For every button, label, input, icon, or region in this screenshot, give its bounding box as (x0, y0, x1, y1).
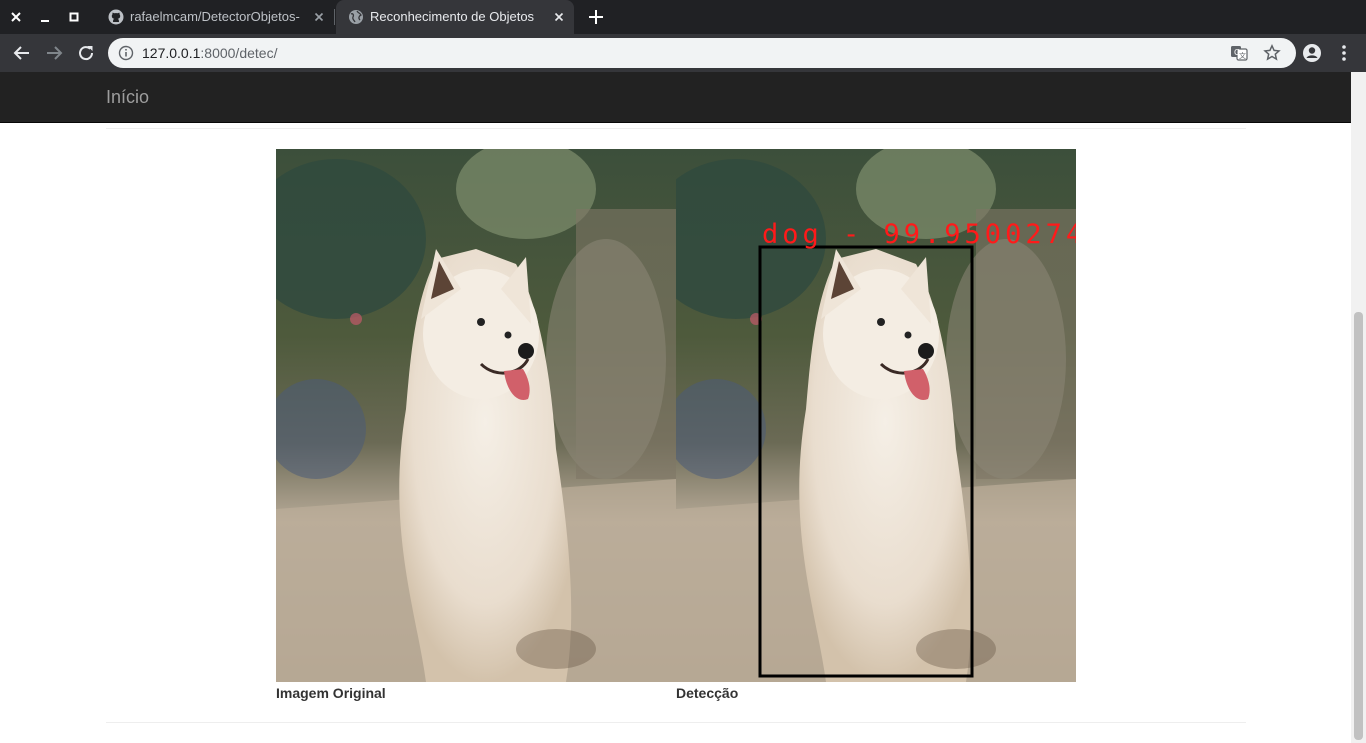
info-icon[interactable] (118, 45, 134, 61)
tab-active[interactable]: Reconhecimento de Objetos (336, 0, 574, 34)
maximize-window-icon[interactable] (64, 7, 84, 27)
detection-label: dog - 99.95002746 (762, 219, 1076, 250)
new-tab-icon[interactable] (586, 7, 606, 27)
browser-toolbar: 127.0.0.1:8000/detec/ G 文 (0, 34, 1366, 72)
tab-github[interactable]: rafaelmcam/DetectorObjetos-D (96, 0, 334, 34)
close-window-icon[interactable] (6, 7, 26, 27)
original-dog-photo (276, 149, 676, 682)
menu-icon[interactable] (1333, 42, 1355, 64)
divider (106, 722, 1246, 723)
profile-icon[interactable] (1301, 42, 1323, 64)
site-navbar: Início (0, 72, 1351, 123)
url-path: :8000/detec/ (200, 45, 278, 61)
nav-link-inicio[interactable]: Início (106, 87, 149, 108)
bookmark-star-icon[interactable] (1263, 44, 1281, 62)
detection-dog-photo: dog - 99.95002746 (676, 149, 1076, 682)
svg-text:文: 文 (1239, 51, 1246, 60)
url-host: 127.0.0.1 (142, 45, 201, 61)
minimize-window-icon[interactable] (35, 7, 55, 27)
tab-title: Reconhecimento de Objetos (370, 9, 535, 24)
close-tab-icon[interactable] (312, 10, 326, 24)
figure-detection: dog - 99.95002746 Detecção (676, 149, 1076, 701)
caption-detection: Detecção (676, 685, 739, 701)
url-text[interactable]: 127.0.0.1:8000/detec/ (142, 45, 277, 61)
divider (106, 128, 1246, 129)
tab-separator (334, 9, 335, 25)
github-icon (108, 9, 124, 25)
address-bar[interactable]: 127.0.0.1:8000/detec/ G 文 (108, 38, 1296, 68)
forward-icon[interactable] (43, 42, 65, 64)
back-icon[interactable] (11, 42, 33, 64)
caption-original: Imagem Original (276, 685, 386, 701)
close-tab-icon[interactable] (552, 10, 566, 24)
tab-title: rafaelmcam/DetectorObjetos-D (130, 9, 300, 24)
figure-original: Imagem Original (276, 149, 676, 701)
tab-bar: rafaelmcam/DetectorObjetos-D Reconhecime… (0, 0, 1366, 34)
reload-icon[interactable] (75, 42, 97, 64)
globe-icon (349, 10, 363, 24)
page-scrollbar[interactable] (1351, 72, 1366, 743)
translate-icon[interactable]: G 文 (1230, 44, 1248, 62)
scrollbar-thumb[interactable] (1354, 312, 1363, 740)
page-viewport: Início Imagem Original dog - 99.95002746… (0, 72, 1351, 743)
